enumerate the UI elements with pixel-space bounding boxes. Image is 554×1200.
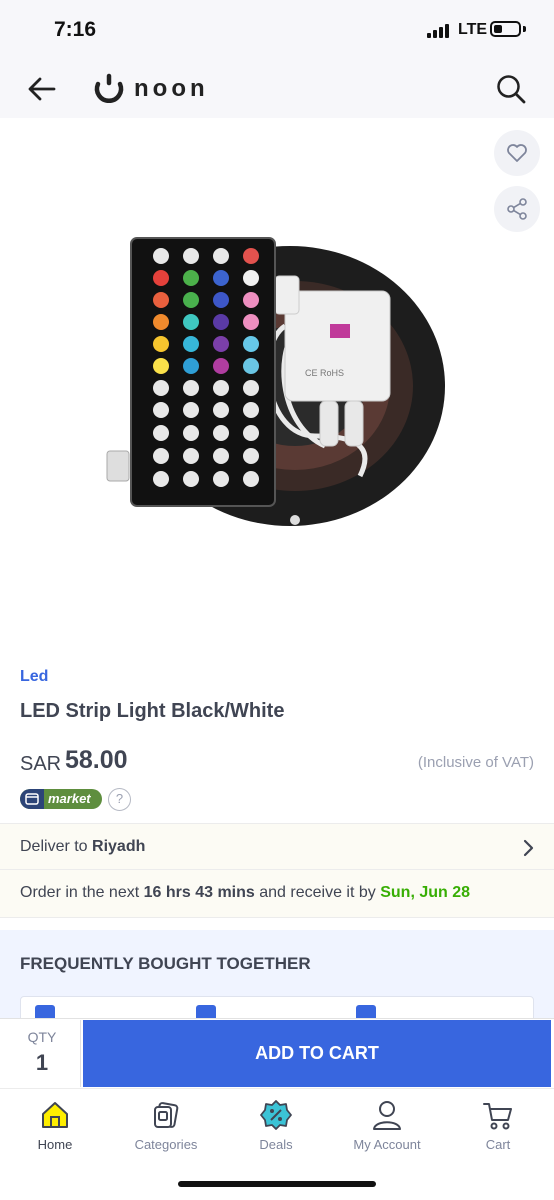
categories-icon xyxy=(154,1102,179,1128)
nav-item-home[interactable]: Home xyxy=(5,1099,105,1157)
product-image: CE RoHS xyxy=(106,237,445,526)
market-badge-icon-box xyxy=(20,789,44,809)
logo-text: noon xyxy=(134,75,209,102)
app-header: noon xyxy=(0,60,554,118)
help-icon[interactable]: ? xyxy=(108,788,131,811)
nav-item-cart[interactable]: Cart xyxy=(448,1099,548,1157)
search-icon xyxy=(497,75,526,104)
quantity-selector[interactable]: QTY 1 xyxy=(3,1020,81,1087)
price-value: 58.00 xyxy=(65,746,128,774)
svg-text:CE RoHS: CE RoHS xyxy=(305,368,344,378)
nav-item-my-account[interactable]: My Account xyxy=(337,1099,437,1157)
qty-label: QTY xyxy=(27,1029,57,1045)
search-button[interactable] xyxy=(495,73,527,105)
deliver-prefix: Deliver to xyxy=(20,838,88,855)
store-icon xyxy=(25,793,39,805)
nav-label-my-account: My Account xyxy=(353,1137,421,1152)
price-currency: SAR xyxy=(20,753,62,775)
product-gallery[interactable]: CE RoHS xyxy=(0,118,554,653)
add-to-cart-button[interactable]: ADD TO CART xyxy=(83,1020,551,1087)
signal-icon xyxy=(427,22,453,38)
status-bar: 7:16 LTE xyxy=(0,0,554,60)
nav-item-deals[interactable]: Deals xyxy=(226,1099,326,1157)
deliver-city: Riyadh xyxy=(92,838,146,855)
nav-label-home: Home xyxy=(37,1137,73,1152)
noon-logo[interactable]: noon xyxy=(92,71,222,107)
heart-icon xyxy=(507,144,527,162)
order-countdown: 16 hrs 43 mins xyxy=(143,884,255,901)
cart-bar: QTY 1 ADD TO CART xyxy=(0,1018,554,1088)
battery-icon xyxy=(490,21,521,37)
back-button[interactable] xyxy=(26,74,58,104)
market-badge: market xyxy=(20,789,102,809)
product-brand-link[interactable]: Led xyxy=(20,668,48,686)
price-row: SAR 58.00 (Inclusive of VAT) xyxy=(20,746,534,780)
status-time: 7:16 xyxy=(54,18,97,41)
share-button[interactable] xyxy=(494,186,540,232)
nav-label-categories: Categories xyxy=(134,1137,198,1152)
chevron-right-icon xyxy=(523,839,534,857)
share-icon xyxy=(507,198,527,220)
fbt-title: FREQUENTLY BOUGHT TOGETHER xyxy=(20,954,311,973)
account-icon xyxy=(373,1101,401,1130)
nav-label-cart: Cart xyxy=(485,1137,511,1152)
order-prefix: Order in the next xyxy=(20,884,140,901)
nav-label-deals: Deals xyxy=(259,1137,293,1152)
arrow-left-icon xyxy=(28,77,56,101)
network-label: LTE xyxy=(458,21,488,38)
home-indicator xyxy=(178,1181,376,1187)
qty-value: 1 xyxy=(35,1050,49,1075)
cart-icon xyxy=(483,1103,512,1130)
order-estimate-row: Order in the next 16 hrs 43 mins and rec… xyxy=(0,870,554,918)
deliver-label: Deliver to Riyadh xyxy=(20,838,145,856)
nav-item-categories[interactable]: Categories xyxy=(116,1099,216,1157)
home-icon xyxy=(42,1102,68,1128)
delivery-date: Sun, Jun 28 xyxy=(380,884,471,901)
deliver-to-row[interactable]: Deliver to Riyadh xyxy=(0,823,554,870)
order-middle: and receive it by xyxy=(259,884,376,901)
noon-logo-icon xyxy=(94,73,124,103)
vat-note: (Inclusive of VAT) xyxy=(417,754,534,771)
deals-icon xyxy=(260,1100,292,1130)
market-badge-label: market xyxy=(48,791,91,806)
battery-cap xyxy=(523,26,526,32)
order-estimate-text: Order in the next 16 hrs 43 mins and rec… xyxy=(20,884,470,902)
wishlist-button[interactable] xyxy=(494,130,540,176)
product-title: LED Strip Light Black/White xyxy=(20,700,285,722)
